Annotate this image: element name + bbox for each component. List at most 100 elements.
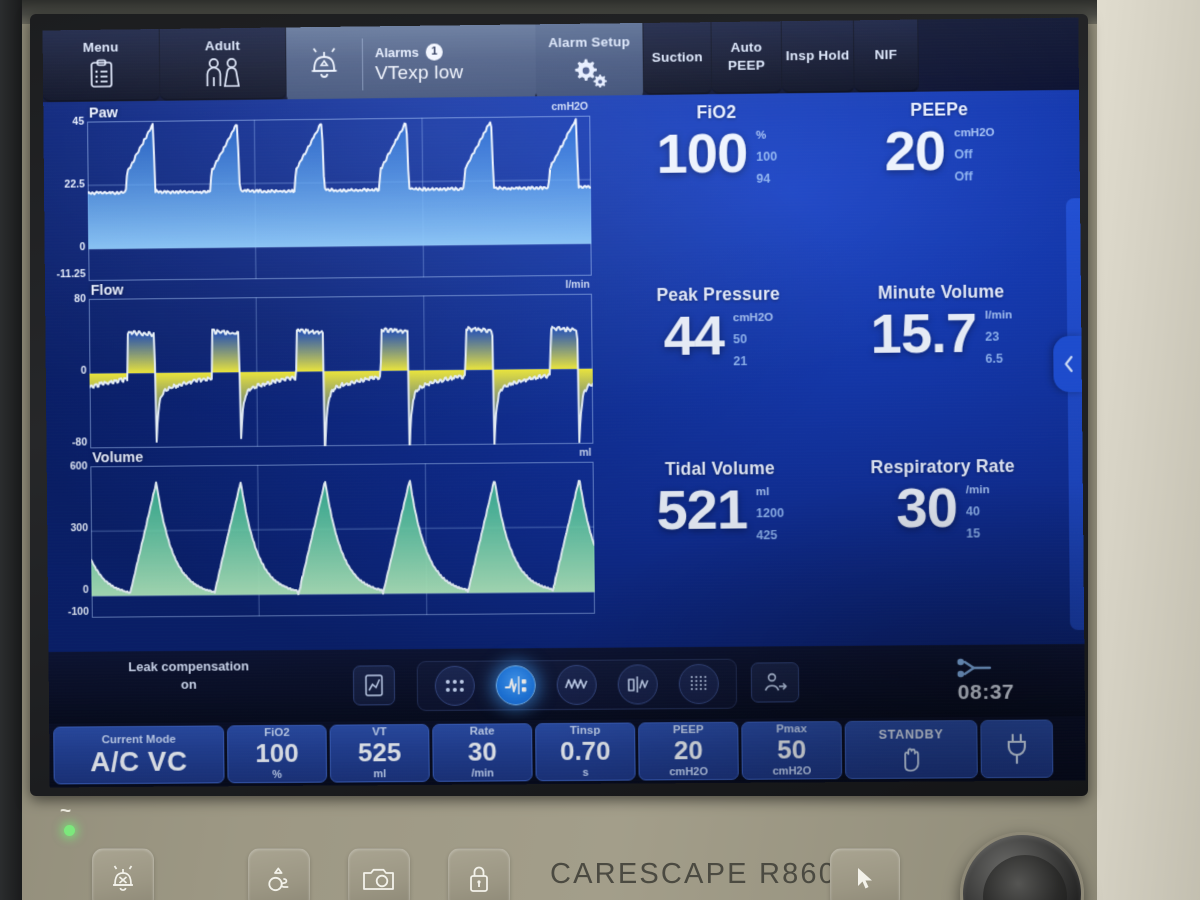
param-minute-volume-low: 6.5 xyxy=(985,352,1003,366)
alarms-panel-button[interactable]: Alarms 1 VTexp low xyxy=(286,24,536,105)
numeric-parameters-panel: FiO2 100 % 100 94 PEEPe 20 cmH2O Off Off… xyxy=(601,94,1078,640)
screen-lock-key[interactable] xyxy=(448,848,510,900)
insp-hold-label: Insp Hold xyxy=(786,48,850,63)
alarms-count-badge: 1 xyxy=(426,43,443,60)
waveform-flow-unit: l/min xyxy=(565,279,590,291)
setting-vt[interactable]: VT 525 ml xyxy=(330,724,430,783)
waveform-flow-axis: 80 0 -80 xyxy=(53,299,87,451)
power-status-button[interactable] xyxy=(980,719,1053,778)
power-led xyxy=(64,825,75,836)
param-respiratory-rate[interactable]: Respiratory Rate 30 /min 40 15 xyxy=(833,456,1054,618)
waveform-panel: Paw cmH2O 45 22.5 0 -11.25 Flow l/min 80… xyxy=(51,100,599,644)
paw-tick-2: 0 xyxy=(79,241,85,253)
setting-current-mode-value: A/C VC xyxy=(90,746,188,776)
param-respiratory-rate-low: 15 xyxy=(966,526,980,540)
alarm-silence-key[interactable] xyxy=(92,848,154,900)
ventilation-settings-bar: Current Mode A/C VC FiO2 100 % VT 525 ml… xyxy=(49,716,1085,787)
waveform-flow[interactable]: Flow l/min 80 0 -80 xyxy=(53,278,598,451)
camera-icon xyxy=(361,865,397,893)
setting-rate-value: 30 xyxy=(468,739,497,766)
waveform-paw-label: Paw xyxy=(89,105,118,121)
param-tidal-volume[interactable]: Tidal Volume 521 ml 1200 425 xyxy=(611,458,831,620)
control-knob[interactable] xyxy=(960,832,1084,900)
paw-tick-1: 22.5 xyxy=(64,178,84,190)
param-tidal-volume-value: 521 xyxy=(656,481,747,538)
patient-admit-button[interactable] xyxy=(751,662,800,702)
active-alarm-message: VTexp low xyxy=(375,62,463,85)
waveform-volume[interactable]: Volume ml 600 300 0 -100 xyxy=(54,446,599,626)
param-peak-pressure[interactable]: Peak Pressure 44 cmH2O 50 21 xyxy=(609,283,829,445)
menu-button[interactable]: Menu xyxy=(43,29,161,102)
setting-current-mode[interactable]: Current Mode A/C VC xyxy=(53,725,224,784)
param-fio2-value: 100 xyxy=(656,125,747,182)
background-right-panel xyxy=(1090,0,1200,900)
param-tidal-volume-high: 1200 xyxy=(756,506,784,520)
grid-numbers-view-button[interactable] xyxy=(434,666,474,706)
cursor-icon xyxy=(854,866,876,892)
param-respiratory-rate-value: 30 xyxy=(896,479,957,536)
alarm-setup-button[interactable]: Alarm Setup xyxy=(535,23,644,102)
waveforms-view-button[interactable] xyxy=(556,665,596,705)
setting-vt-value: 525 xyxy=(358,739,402,767)
standby-button[interactable]: STANDBY xyxy=(845,720,978,779)
flow-tick-0: 80 xyxy=(74,293,86,305)
setting-rate-unit: /min xyxy=(471,767,494,779)
standby-label: STANDBY xyxy=(879,727,944,741)
waveform-volume-label: Volume xyxy=(92,450,143,466)
alarm-bell-icon xyxy=(296,45,352,86)
setting-peep[interactable]: PEEP 20 cmH2O xyxy=(638,722,739,781)
insp-hold-button[interactable]: Insp Hold xyxy=(782,20,855,93)
trends-button[interactable] xyxy=(353,665,395,705)
param-fio2-unit: % xyxy=(756,130,766,142)
param-peak-pressure-value: 44 xyxy=(663,307,724,364)
adult-patients-icon xyxy=(201,56,245,86)
setting-peep-unit: cmH2O xyxy=(669,766,708,778)
setting-tinsp-unit: s xyxy=(582,766,588,778)
setting-fio2-unit: % xyxy=(272,769,282,781)
screen-capture-key[interactable] xyxy=(348,848,410,900)
waveforms-icon xyxy=(564,676,590,694)
waveform-paw[interactable]: Paw cmH2O 45 22.5 0 -11.25 xyxy=(51,100,596,284)
param-fio2-high: 100 xyxy=(756,150,777,164)
param-minute-volume[interactable]: Minute Volume 15.7 l/min 23 6.5 xyxy=(831,281,1052,444)
cursor-key[interactable] xyxy=(830,848,900,900)
dots-matrix-icon xyxy=(687,673,711,695)
waveform-split-view-button[interactable] xyxy=(495,665,535,705)
chevron-left-icon xyxy=(1062,354,1075,374)
patient-type-label: Adult xyxy=(205,39,240,54)
loops-icon xyxy=(625,674,651,694)
setting-tinsp[interactable]: Tinsp 0.70 s xyxy=(535,722,636,781)
suction-label: Suction xyxy=(652,50,703,65)
patient-type-button[interactable]: Adult xyxy=(160,27,287,100)
expand-side-panel-button[interactable] xyxy=(1053,336,1084,393)
waveform-paw-unit: cmH2O xyxy=(551,101,588,113)
lock-icon xyxy=(465,863,493,895)
setting-tinsp-value: 0.70 xyxy=(560,738,611,766)
dots-matrix-view-button[interactable] xyxy=(679,664,719,704)
setting-fio2[interactable]: FiO2 100 % xyxy=(227,725,327,784)
loops-view-button[interactable] xyxy=(618,664,658,704)
paw-tick-0: 45 xyxy=(72,116,84,128)
leak-compensation-label: Leak compensation xyxy=(84,658,293,675)
param-minute-volume-value: 15.7 xyxy=(870,305,976,362)
param-peepe-value: 20 xyxy=(884,123,945,180)
auto-peep-button[interactable]: Auto PEEP xyxy=(711,21,782,94)
paw-tick-3: -11.25 xyxy=(57,268,86,280)
param-fio2[interactable]: FiO2 100 % 100 94 xyxy=(607,101,827,264)
setting-current-mode-label: Current Mode xyxy=(101,734,175,746)
param-respiratory-rate-unit: /min xyxy=(966,484,990,496)
trends-icon xyxy=(363,673,385,697)
o2-boost-key[interactable] xyxy=(248,848,310,900)
main-monitoring-area: Paw cmH2O 45 22.5 0 -11.25 Flow l/min 80… xyxy=(43,90,1084,652)
suction-button[interactable]: Suction xyxy=(643,22,712,95)
device-brand-label: CARESCAPE R860 xyxy=(550,858,837,891)
param-respiratory-rate-high: 40 xyxy=(966,504,980,518)
top-menu-bar: Menu Adult Alarms 1 VTexp low Alarm Setu… xyxy=(43,18,1079,103)
hand-stop-icon xyxy=(896,744,926,772)
param-peepe-unit: cmH2O xyxy=(954,127,995,140)
nif-button[interactable]: NIF xyxy=(854,20,919,93)
param-peepe[interactable]: PEEPe 20 cmH2O Off Off xyxy=(830,98,1051,261)
setting-rate[interactable]: Rate 30 /min xyxy=(432,723,532,782)
setting-pmax[interactable]: Pmax 50 cmH2O xyxy=(741,721,842,780)
setting-peep-value: 20 xyxy=(674,737,703,765)
